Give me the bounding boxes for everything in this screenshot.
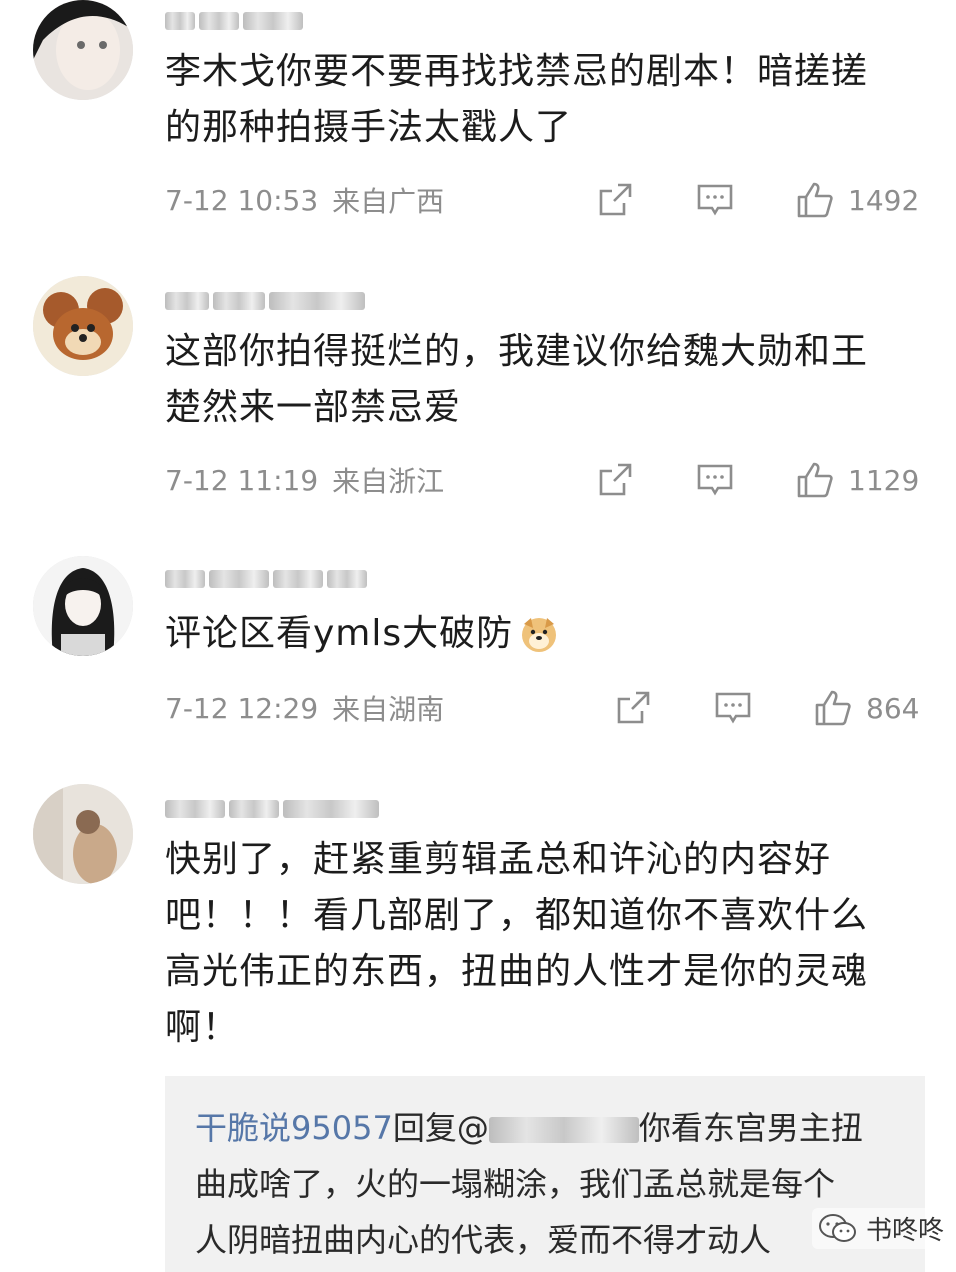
- username[interactable]: [165, 288, 369, 314]
- wechat-icon: [818, 1213, 856, 1242]
- avatar[interactable]: [33, 784, 133, 884]
- username[interactable]: [165, 796, 383, 822]
- repost-icon: [599, 183, 632, 216]
- username[interactable]: [165, 566, 371, 592]
- avatar[interactable]: [33, 0, 133, 100]
- repost-icon: [599, 463, 632, 496]
- comment-location: 来自浙江: [332, 465, 445, 498]
- like-count: 1129: [848, 463, 920, 497]
- reply-mention-blur: [488, 1117, 639, 1143]
- doge-emoji-icon: [522, 618, 557, 652]
- comment-text: 这部你拍得挺烂的，我建议你给魏大勋和王 楚然来一部禁忌爱: [165, 331, 869, 428]
- comment-meta: 7-12 11:19 来自浙江: [165, 460, 444, 500]
- comment-time: 7-12 12:29: [165, 691, 319, 725]
- watermark-text: 书咚咚: [865, 1216, 944, 1246]
- comment-time: 7-12 11:19: [165, 463, 319, 497]
- repost-button[interactable]: [614, 688, 652, 728]
- like-button[interactable]: 1492: [796, 180, 919, 220]
- like-icon: [797, 182, 833, 218]
- comment-icon: [715, 692, 751, 724]
- repost-button[interactable]: [596, 460, 634, 500]
- comment-text: 李木戈你要不要再找找禁忌的剧本！暗搓搓 的那种拍摄手法太戳人了: [165, 51, 869, 148]
- comment-text: 评论区看ymls大破防: [165, 606, 925, 662]
- comment-meta: 7-12 10:53 来自广西: [165, 180, 444, 220]
- comment-button[interactable]: [696, 180, 734, 220]
- reply-author[interactable]: 干脆说95057: [195, 1109, 393, 1147]
- like-button[interactable]: 864: [814, 688, 919, 728]
- comment-time: 7-12 10:53: [165, 183, 319, 217]
- comment-text-content: 评论区看ymls大破防: [165, 613, 514, 654]
- username[interactable]: [165, 8, 307, 34]
- like-icon: [797, 462, 833, 498]
- repost-icon: [617, 691, 650, 724]
- like-icon: [815, 690, 851, 726]
- comment-location: 来自广西: [332, 185, 445, 218]
- comment-location: 来自湖南: [332, 693, 445, 726]
- avatar[interactable]: [33, 276, 133, 376]
- comment-text: 快别了，赶紧重剪辑孟总和许沁的内容好 吧！！！看几部剧了，都知道你不喜欢什么 高…: [165, 839, 869, 1048]
- like-count: 1492: [848, 183, 920, 217]
- like-button[interactable]: 1129: [796, 460, 919, 500]
- comment-button[interactable]: [714, 688, 752, 728]
- avatar[interactable]: [33, 556, 133, 656]
- comment-icon: [697, 464, 733, 496]
- reply-text: 干脆说95057回复@ 你看东宫男主扭 曲成啥了，火的一塌糊涂，我们孟总就是每个 …: [195, 1100, 895, 1268]
- comment-button[interactable]: [696, 460, 734, 500]
- reply-verb: 回复@: [392, 1109, 489, 1147]
- comment-meta: 7-12 12:29 来自湖南: [165, 688, 444, 728]
- watermark: 书咚咚: [811, 1208, 950, 1249]
- repost-button[interactable]: [596, 180, 634, 220]
- comment-icon: [697, 184, 733, 216]
- like-count: 864: [866, 691, 920, 725]
